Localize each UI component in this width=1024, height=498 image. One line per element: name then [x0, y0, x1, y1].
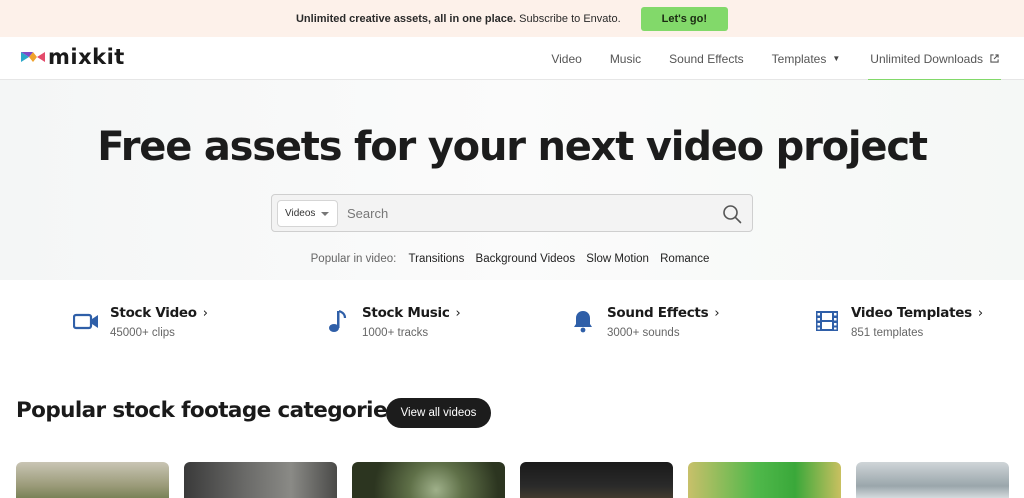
video-thumbnail[interactable]	[184, 462, 337, 498]
nav-sound-effects[interactable]: Sound Effects	[669, 37, 744, 80]
category-video-templates[interactable]: Video Templates › 851 templates	[814, 305, 984, 345]
dropdown-caret-icon	[321, 212, 329, 216]
popular-tag-slow-motion[interactable]: Slow Motion	[586, 253, 649, 265]
chevron-right-icon: ›	[977, 306, 983, 321]
video-thumbnail[interactable]	[520, 462, 673, 498]
category-title: Sound Effects ›	[607, 305, 720, 321]
search-icon[interactable]	[722, 204, 742, 224]
nav-video[interactable]: Video	[551, 37, 581, 80]
video-thumbnail[interactable]	[352, 462, 505, 498]
lets-go-button[interactable]: Let's go!	[640, 6, 729, 31]
music-note-icon	[329, 309, 347, 332]
external-link-icon	[990, 54, 999, 63]
category-subtitle: 1000+ tracks	[362, 327, 429, 339]
chevron-right-icon: ›	[714, 306, 720, 321]
category-title: Stock Video ›	[110, 305, 208, 321]
category-subtitle: 851 templates	[851, 327, 924, 339]
mixkit-logo-icon	[21, 52, 45, 62]
search-type-select[interactable]: Videos	[277, 200, 338, 227]
view-all-videos-button[interactable]: View all videos	[386, 398, 491, 428]
hero-section: Free assets for your next video project …	[0, 80, 1024, 280]
popular-searches: Popular in video: Transitions Background…	[0, 253, 1024, 265]
section-title: Popular stock footage categories	[16, 398, 400, 423]
category-title: Video Templates ›	[851, 305, 983, 321]
top-nav: mixkit Video Music Sound Effects Templat…	[0, 37, 1024, 81]
nav-music-label: Music	[609, 51, 642, 66]
category-subtitle: 3000+ sounds	[607, 327, 680, 339]
category-title: Stock Music ›	[362, 305, 461, 321]
nav-music[interactable]: Music	[610, 37, 641, 80]
video-thumbnail[interactable]	[16, 462, 169, 498]
search-type-label: Videos	[285, 208, 316, 219]
brand-name: mixkit	[48, 45, 125, 69]
nav-unlimited-label: Unlimited Downloads	[870, 51, 983, 66]
mixkit-logo[interactable]: mixkit	[21, 46, 125, 68]
popular-label: Popular in video:	[310, 253, 397, 265]
popular-tag-background-videos[interactable]: Background Videos	[476, 253, 576, 265]
chevron-right-icon: ›	[455, 306, 461, 321]
bell-icon	[574, 311, 592, 333]
promo-banner: Unlimited creative assets, all in one pl…	[0, 0, 1024, 37]
nav-sound-effects-label: Sound Effects	[669, 51, 744, 66]
nav-video-label: Video	[551, 51, 582, 66]
popular-tag-transitions[interactable]: Transitions	[409, 253, 465, 265]
category-stock-music[interactable]: Stock Music › 1000+ tracks	[325, 305, 465, 345]
hero-title: Free assets for your next video project	[97, 124, 928, 170]
video-thumbnail[interactable]	[688, 462, 841, 498]
nav-links: Video Music Sound Effects Templates ▼ Unl…	[523, 37, 1001, 81]
chevron-right-icon: ›	[202, 306, 208, 321]
category-sound-effects[interactable]: Sound Effects › 3000+ sounds	[570, 305, 720, 345]
search-input[interactable]	[347, 201, 707, 226]
film-strip-icon	[816, 311, 838, 331]
popular-tag-romance[interactable]: Romance	[660, 253, 709, 265]
caret-down-icon: ▼	[832, 54, 841, 63]
promo-message: Unlimited creative assets, all in one pl…	[295, 12, 621, 25]
nav-unlimited-downloads[interactable]: Unlimited Downloads	[868, 37, 1001, 81]
category-stock-video[interactable]: Stock Video › 45000+ clips	[73, 305, 213, 345]
video-thumbnail[interactable]	[856, 462, 1009, 498]
search-bar: Videos	[271, 194, 753, 232]
nav-templates[interactable]: Templates ▼	[772, 37, 841, 80]
category-subtitle: 45000+ clips	[110, 327, 175, 339]
nav-templates-label: Templates	[771, 51, 827, 66]
video-camera-icon	[73, 313, 98, 330]
